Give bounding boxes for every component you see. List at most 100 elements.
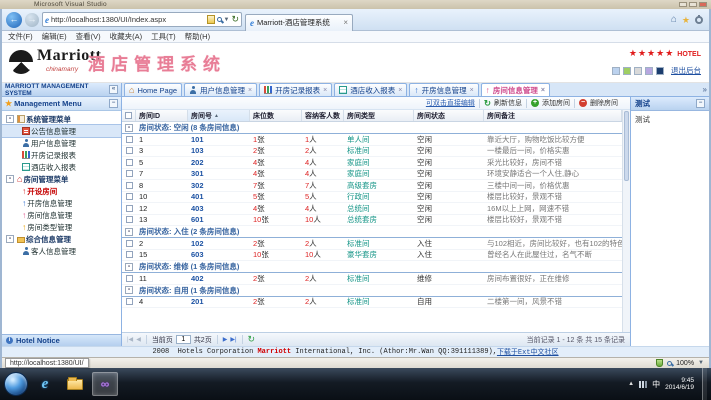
group-collapse-icon[interactable]: - <box>125 286 133 294</box>
tab-4[interactable]: ↑ 开房信息管理 × <box>409 83 479 96</box>
taskbar-explorer-icon[interactable] <box>62 372 88 396</box>
table-row[interactable]: 5 202 4张 4人 家庭间 空闲 采光比较好，房间不错 <box>122 157 630 169</box>
tree-item[interactable]: ↑ 开设房间 <box>2 185 121 197</box>
tree-item[interactable]: 酒店收入报表 <box>2 161 121 173</box>
favorites-star-icon[interactable]: ★ <box>682 15 690 25</box>
column-header[interactable]: 房间ID <box>136 110 188 121</box>
tab-1[interactable]: 用户信息管理 × <box>184 83 258 96</box>
tree-expand-icon[interactable]: - <box>6 115 14 123</box>
edit-hint-link[interactable]: 可双击直接编辑 <box>426 98 475 108</box>
compatibility-view-icon[interactable] <box>206 15 215 24</box>
column-header[interactable]: 容纳客人数 <box>302 110 344 121</box>
tray-expand-icon[interactable]: ▲ <box>628 381 634 387</box>
tab-close-icon[interactable]: × <box>541 87 545 94</box>
forward-button[interactable]: → <box>25 12 39 27</box>
tab-0[interactable]: ⌂ Home Page <box>124 83 183 96</box>
row-checkbox[interactable] <box>125 274 133 282</box>
refresh-button[interactable]: ↻ 刷新信息 <box>484 98 522 108</box>
input-language-indicator[interactable]: 中 <box>652 379 660 390</box>
group-header-row[interactable]: - 房间状态: 空闲 (8 条房间信息) <box>122 122 630 134</box>
tab-close-icon[interactable]: × <box>248 87 252 94</box>
table-row[interactable]: 7 301 4张 4人 家庭间 空闲 环境安静适合一个人住,静心 <box>122 169 630 180</box>
menu-item[interactable]: 文件(F) <box>8 31 33 42</box>
close-icon[interactable] <box>699 2 707 7</box>
delete-button[interactable]: − 删除房间 <box>579 98 618 108</box>
hotel-notice-bar[interactable]: i Hotel Notice <box>2 334 121 346</box>
pager-refresh-icon[interactable]: ↻ <box>248 335 256 344</box>
theme-swatch[interactable] <box>656 66 664 75</box>
column-header[interactable]: 房间状态 <box>414 110 484 121</box>
table-row[interactable]: 1 101 1张 1人 单人间 空闲 靠近大厅，购物吃饭比较方便 <box>122 134 630 146</box>
column-header[interactable]: 床位数 <box>250 110 302 121</box>
tab-active[interactable]: ↑ 房间信息管理 × <box>480 83 551 96</box>
tree-expand-icon[interactable]: - <box>6 175 14 183</box>
tab-close-icon[interactable]: × <box>470 87 474 94</box>
table-row[interactable]: 11 402 2张 2人 标准间 维修 房间布置很好，正在维修 <box>122 273 630 285</box>
tree-item[interactable]: 用户信息管理 <box>2 137 121 149</box>
show-desktop-button[interactable] <box>702 368 707 400</box>
column-header[interactable]: 房间类型 <box>344 110 414 121</box>
tree-expand-icon[interactable]: - <box>6 235 14 243</box>
row-checkbox[interactable] <box>125 181 133 189</box>
menu-item[interactable]: 查看(V) <box>76 31 101 42</box>
row-checkbox[interactable] <box>125 170 133 178</box>
collapse-right-icon[interactable]: − <box>696 99 705 108</box>
add-button[interactable]: + 添加房间 <box>531 98 570 108</box>
row-checkbox[interactable] <box>125 135 133 143</box>
menu-item[interactable]: 编辑(E) <box>42 31 67 42</box>
theme-swatch[interactable] <box>623 66 631 75</box>
tab-overflow-icon[interactable]: » <box>703 85 707 94</box>
tree-item[interactable]: ↑ 房间类型管理 <box>2 221 121 233</box>
select-all-checkbox[interactable] <box>125 112 132 119</box>
tree-item[interactable]: ↑ 房间信息管理 <box>2 209 121 221</box>
search-icon[interactable] <box>216 17 222 22</box>
page-input[interactable] <box>175 335 191 344</box>
theme-swatch[interactable] <box>645 66 653 75</box>
table-row[interactable]: 12 403 4张 4人 总统间 空闲 16M以上上网，网速不错 <box>122 203 630 215</box>
row-checkbox[interactable] <box>125 216 133 224</box>
footer-link[interactable]: 下载于Ext中文社区 <box>497 347 559 357</box>
zoom-level[interactable]: 100% <box>676 360 694 367</box>
taskbar-ie-icon[interactable]: e <box>32 372 58 396</box>
group-collapse-icon[interactable]: - <box>125 262 133 271</box>
row-checkbox[interactable] <box>125 193 133 201</box>
home-icon[interactable]: ⌂ <box>671 14 677 25</box>
vertical-scrollbar[interactable] <box>622 110 630 332</box>
address-bar[interactable]: e http://localhost:1380/UI/Index.aspx ▼ … <box>42 12 242 27</box>
back-button[interactable]: ← <box>6 11 22 28</box>
page-prev-icon[interactable]: ◀ <box>136 336 141 343</box>
zoom-magnifier-icon[interactable] <box>667 360 673 366</box>
table-row[interactable]: 2 102 2张 2人 标准间 入住 与102相近，房间比较好，也有102的特色 <box>122 238 630 250</box>
start-button[interactable] <box>4 372 28 396</box>
tree-group[interactable]: - 系统管理菜单 <box>2 113 121 125</box>
menu-item[interactable]: 工具(T) <box>151 31 176 42</box>
tab-close-icon[interactable]: × <box>343 18 348 27</box>
tree-item[interactable]: 客人信息管理 <box>2 245 121 257</box>
tree-item[interactable]: 开房记录报表 <box>2 149 121 161</box>
zoom-dropdown-icon[interactable]: ▼ <box>698 360 704 366</box>
collapse-left-icon[interactable]: « <box>109 85 118 94</box>
tree-item[interactable]: ↑ 开房信息管理 <box>2 197 121 209</box>
tab-2[interactable]: 开房记录报表 × <box>259 83 333 96</box>
logout-link[interactable]: 退出后台 <box>671 65 701 76</box>
group-collapse-icon[interactable]: - <box>125 227 133 236</box>
tree-item[interactable]: 公告信息管理 <box>2 124 121 138</box>
gear-icon[interactable] <box>695 14 703 24</box>
row-checkbox[interactable] <box>125 251 133 259</box>
table-row[interactable]: 13 601 10张 10人 总统套房 空闲 楼层比较好，景观不错 <box>122 215 630 226</box>
table-row[interactable]: 4 201 2张 2人 标准间 自用 二楼第一间，风景不错 <box>122 297 630 308</box>
scrollbar-thumb[interactable] <box>624 111 629 181</box>
table-row[interactable]: 10 401 5张 5人 行政间 空闲 楼层比较好，景观不错 <box>122 192 630 203</box>
column-header[interactable]: 房间备注 <box>484 110 622 121</box>
tree-group[interactable]: - ⌂ 房间管理菜单 <box>2 173 121 185</box>
page-next-icon[interactable]: ▶ <box>223 336 228 343</box>
tab-close-icon[interactable]: × <box>323 87 327 94</box>
row-checkbox[interactable] <box>125 158 133 166</box>
table-row[interactable]: 15 603 10张 10人 豪华套房 入住 曾经名人在此屋住过，名气不断 <box>122 250 630 261</box>
refresh-icon[interactable]: ↻ <box>231 15 239 24</box>
theme-swatch[interactable] <box>612 66 620 75</box>
row-checkbox[interactable] <box>125 239 133 247</box>
background-window-controls[interactable] <box>679 2 707 7</box>
collapse-panel-icon[interactable]: − <box>109 99 118 108</box>
page-last-icon[interactable]: ▶| <box>230 336 236 343</box>
